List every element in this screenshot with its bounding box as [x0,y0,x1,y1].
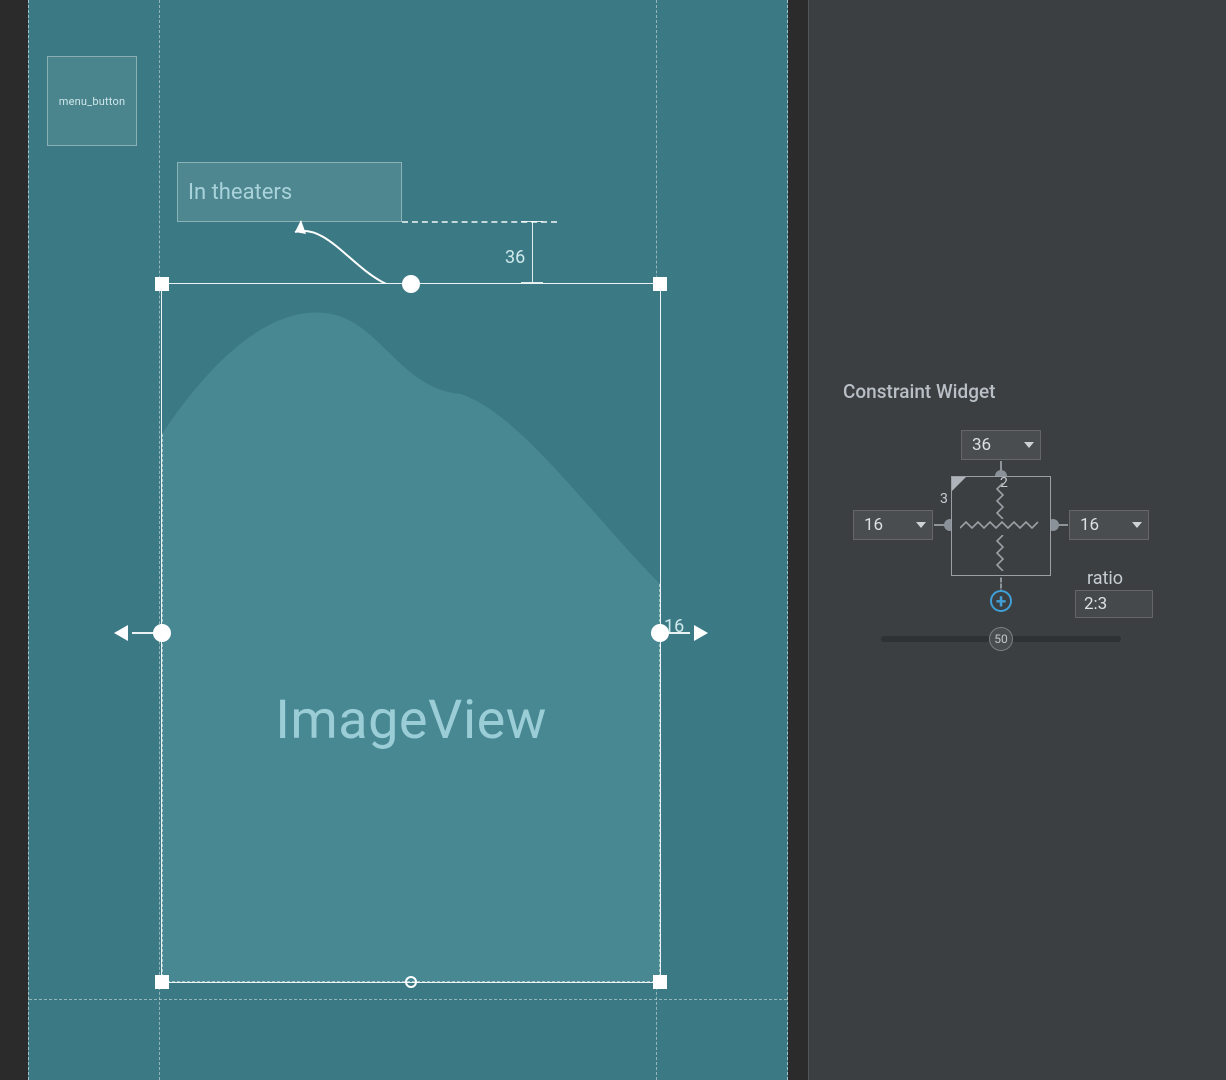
imageview-label: ImageView [162,689,660,752]
horizontal-bias-value: 50 [994,632,1008,646]
guideline-left [159,0,160,1080]
ratio-toggle-corner[interactable] [952,477,966,491]
top-margin-dimension: 36 [521,221,545,283]
chevron-down-icon [1024,442,1034,448]
top-margin-dropdown[interactable]: 36 [961,430,1041,460]
constraint-widget-title: Constraint Widget [843,380,996,403]
resize-handle-tl[interactable] [155,277,169,291]
constraint-arrowhead-left [114,625,128,641]
chevron-down-icon [1132,522,1142,528]
constraint-anchor-top[interactable] [402,275,420,293]
in-theaters-textview[interactable]: In theaters [177,162,402,222]
ratio-h-number: 3 [940,491,948,507]
top-margin-value: 36 [505,247,525,268]
imageview-selected[interactable]: ImageView [161,283,661,983]
constraint-widget[interactable]: 36 16 16 2 3 [829,420,1207,670]
menu-button-label: menu_button [59,95,125,108]
guideline-bottom [29,999,787,1000]
constraint-arrowhead-right [694,625,708,641]
resize-handle-bl[interactable] [155,975,169,989]
right-margin-dd-value: 16 [1080,515,1099,535]
constraint-anchor-bottom[interactable] [405,976,417,988]
right-margin-value: 16 [664,616,684,637]
attributes-panel: Constraint Widget 36 16 16 2 3 [808,0,1226,1080]
height-mode-indicator-top[interactable] [996,483,1010,519]
plus-icon: + [996,590,1006,613]
chevron-down-icon [916,522,926,528]
height-mode-indicator-bottom[interactable] [996,535,1010,571]
resize-handle-br[interactable] [653,975,667,989]
resize-handle-tr[interactable] [653,277,667,291]
image-placeholder-graphic [162,284,660,584]
ratio-value: 2:3 [1084,594,1107,614]
horizontal-bias-thumb[interactable]: 50 [989,627,1013,651]
right-margin-dropdown[interactable]: 16 [1069,510,1149,540]
layout-blueprint-canvas[interactable]: menu_button In theaters 36 ImageView [28,0,788,1080]
constraint-line-left [132,632,156,634]
left-margin-dd-value: 16 [864,515,883,535]
ratio-input[interactable]: 2:3 [1075,590,1153,618]
menu-button-view[interactable]: menu_button [47,56,137,146]
add-bottom-constraint-button[interactable]: + [990,590,1012,612]
top-margin-dd-value: 36 [972,435,991,455]
in-theaters-label: In theaters [188,180,292,205]
left-margin-dropdown[interactable]: 16 [853,510,933,540]
ratio-label: ratio [1087,568,1123,589]
width-mode-indicator[interactable] [960,521,1044,535]
constraint-core[interactable]: 2 3 [951,476,1051,576]
